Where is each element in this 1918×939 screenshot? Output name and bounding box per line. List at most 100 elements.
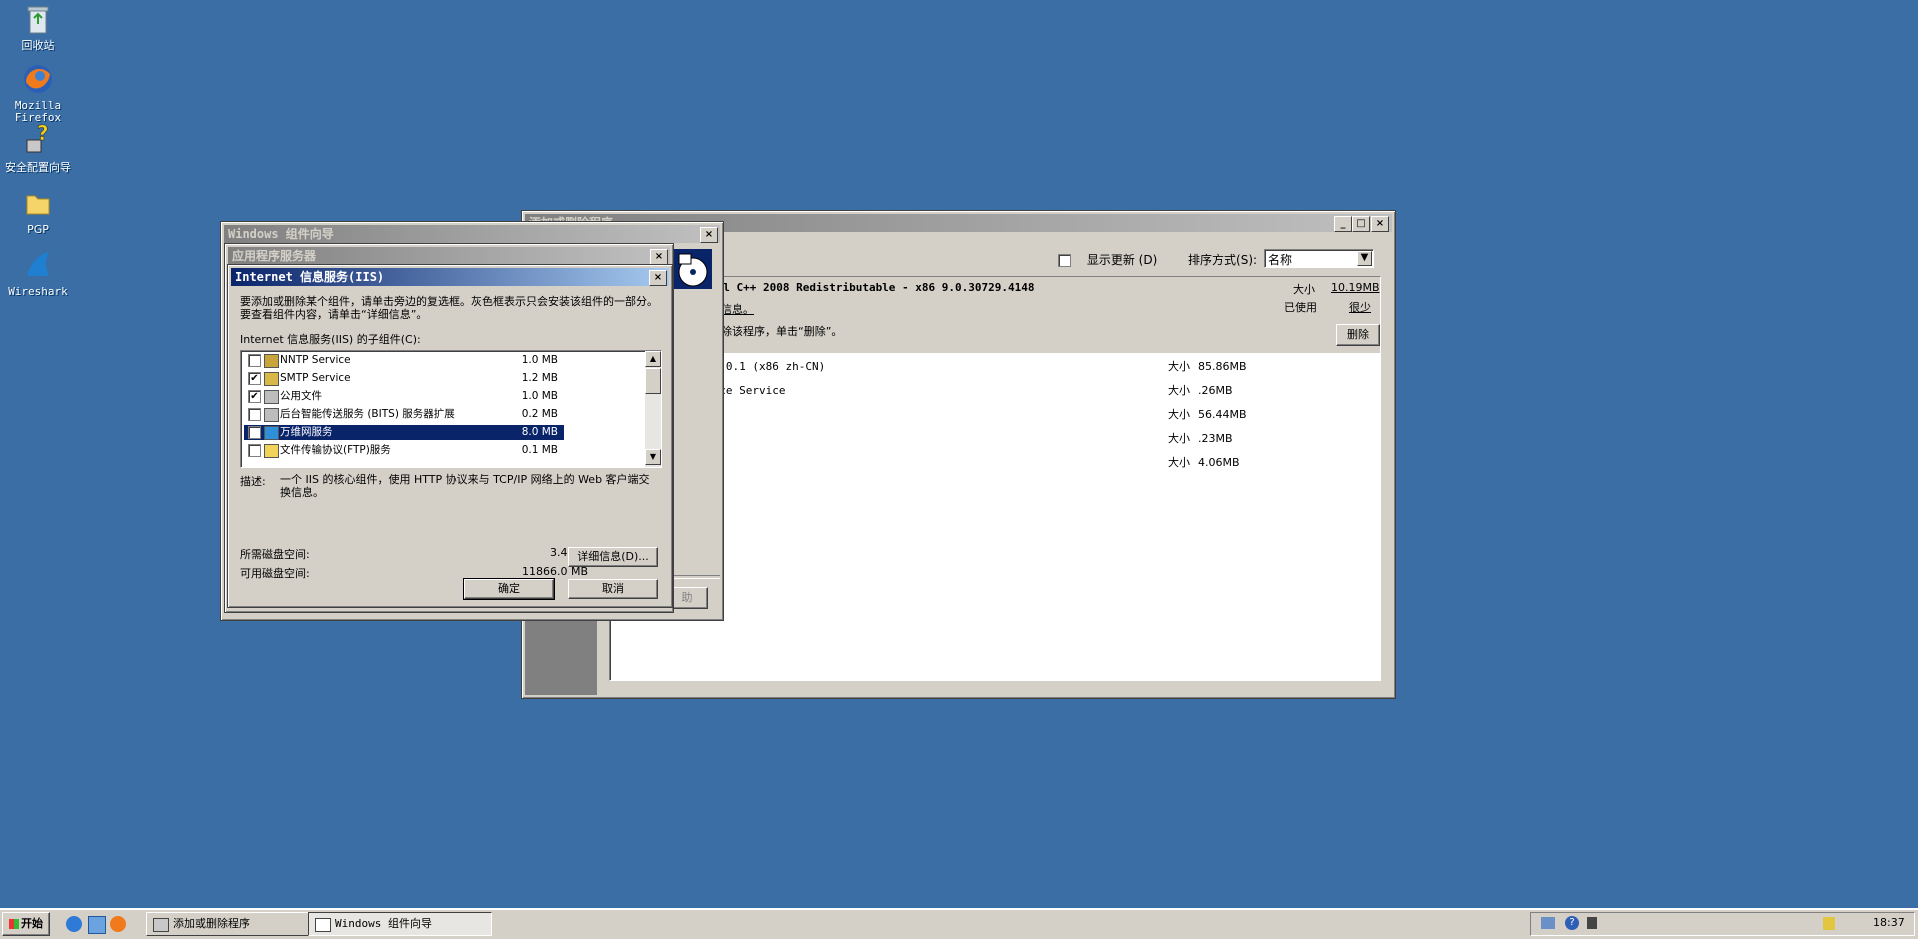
component-row[interactable]: ✔ SMTP Service 1.2 MB <box>244 371 564 386</box>
wireshark-icon <box>27 252 49 276</box>
desktop-icon-firefox[interactable]: Mozilla Firefox <box>0 62 76 124</box>
close-button[interactable]: × <box>700 227 718 243</box>
speaker-icon[interactable] <box>1587 917 1597 929</box>
globe-icon <box>264 426 279 440</box>
mail-icon <box>264 372 279 386</box>
start-button[interactable]: 开始 <box>2 912 50 936</box>
ok-button[interactable]: 确定 <box>463 578 555 600</box>
disk-available-label: 可用磁盘空间: <box>240 567 310 580</box>
component-size: 1.2 MB <box>521 372 558 384</box>
component-size: 0.1 MB <box>521 444 558 456</box>
component-name: NNTP Service <box>280 354 351 366</box>
close-button[interactable]: × <box>649 270 667 286</box>
show-updates-checkbox[interactable] <box>1058 254 1071 267</box>
news-icon <box>264 354 279 368</box>
component-checkbox[interactable]: ✔ <box>248 426 261 439</box>
program-size: .26MB <box>1198 384 1233 397</box>
desktop-icon-security-wizard[interactable]: ? 安全配置向导 <box>0 124 76 174</box>
program-size: .23MB <box>1198 432 1233 445</box>
component-list: NNTP Service 1.0 MB ✔ SMTP Service 1.2 MB ✔ 公用… <box>240 350 662 468</box>
program-size-label: 大小 <box>1168 456 1190 469</box>
component-name: SMTP Service <box>280 372 351 384</box>
component-checkbox[interactable] <box>248 354 261 367</box>
taskbar-item-component-wizard[interactable]: Windows 组件向导 <box>308 912 492 936</box>
taskbar: 开始 添加或删除程序 Windows 组件向导 ? 18:37 <box>0 908 1918 939</box>
scroll-up-arrow[interactable]: ▲ <box>645 351 661 367</box>
window-title: 应用程序服务器 <box>232 249 317 263</box>
remove-button[interactable]: 删除 <box>1336 324 1380 346</box>
component-icon <box>264 408 279 422</box>
description-label: 描述: <box>240 475 266 488</box>
program-size-label: 大小 <box>1168 432 1190 445</box>
window-title: Internet 信息服务(IIS) <box>235 270 385 284</box>
windows-logo-icon <box>9 919 19 929</box>
component-name: 后台智能传送服务 (BITS) 服务器扩展 <box>280 408 455 420</box>
close-button[interactable]: × <box>1371 216 1389 232</box>
component-checkbox[interactable] <box>248 444 261 457</box>
component-size: 1.0 MB <box>521 354 558 366</box>
details-button[interactable]: 详细信息(D)... <box>568 547 658 567</box>
wizard-icon <box>315 918 331 932</box>
sort-dropdown[interactable]: 名称 ▼ <box>1264 249 1374 268</box>
help-icon[interactable]: ? <box>1565 916 1579 930</box>
chevron-down-icon[interactable]: ▼ <box>1357 251 1372 266</box>
show-desktop-icon[interactable] <box>88 916 106 934</box>
selected-program-name: ual C++ 2008 Redistributable - x86 9.0.3… <box>710 281 1035 294</box>
component-size: 1.0 MB <box>521 390 558 402</box>
wizard-title-bar[interactable]: Windows 组件向导 × <box>224 225 720 243</box>
component-row[interactable]: ✔ 公用文件 1.0 MB <box>244 389 564 404</box>
desktop-icon-pgp[interactable]: PGP <box>0 186 76 236</box>
instruction-text: 要添加或删除某个组件，请单击旁边的复选框。灰色框表示只会安装该组件的一部分。要查… <box>240 295 658 321</box>
show-updates-toggle[interactable]: 显示更新 (D) <box>1058 251 1157 268</box>
program-size-label: 大小 <box>1168 384 1190 397</box>
desktop-icon-label: PGP <box>27 223 49 236</box>
component-icon <box>264 390 279 404</box>
network-icon[interactable] <box>1541 917 1555 929</box>
shield-icon[interactable] <box>1823 917 1835 930</box>
program-size: 85.86MB <box>1198 360 1247 373</box>
component-row[interactable]: 文件传输协议(FTP)服务 0.1 MB <box>244 443 564 458</box>
firefox-icon <box>24 65 52 93</box>
desktop-icon-label: Mozilla Firefox <box>14 99 62 124</box>
component-name: 文件传输协议(FTP)服务 <box>280 444 391 456</box>
firefox-icon[interactable] <box>110 916 126 932</box>
component-size: 0.2 MB <box>521 408 558 420</box>
security-wizard-icon: ? <box>26 124 49 153</box>
clock[interactable]: 18:37 <box>1873 916 1905 929</box>
component-checkbox[interactable]: ✔ <box>248 372 261 385</box>
scroll-thumb[interactable] <box>645 368 661 394</box>
taskbar-item-add-remove[interactable]: 添加或删除程序 <box>146 912 328 936</box>
close-button[interactable]: × <box>650 249 668 265</box>
desktop-icon-label: 安全配置向导 <box>5 161 71 174</box>
minimize-button[interactable]: _ <box>1334 216 1352 232</box>
appserver-title-bar[interactable]: 应用程序服务器 × <box>228 247 670 265</box>
desktop-icon-recycle-bin[interactable]: 回收站 <box>0 2 76 52</box>
ie-icon[interactable] <box>66 916 82 932</box>
component-checkbox[interactable] <box>248 408 261 421</box>
svg-text:?: ? <box>37 124 49 145</box>
component-row[interactable]: 后台智能传送服务 (BITS) 服务器扩展 0.2 MB <box>244 407 564 422</box>
selected-usage: 很少 <box>1349 301 1371 314</box>
maximize-button[interactable]: □ <box>1352 216 1370 232</box>
component-checkbox[interactable]: ✔ <box>248 390 261 403</box>
ftp-folder-icon <box>264 444 279 458</box>
program-list: ual C++ 2008 Redistributable - x86 9.0.3… <box>609 276 1381 681</box>
selected-program-panel[interactable]: ual C++ 2008 Redistributable - x86 9.0.3… <box>610 277 1380 353</box>
program-size: 4.06MB <box>1198 456 1240 469</box>
iis-title-bar[interactable]: Internet 信息服务(IIS) × <box>231 268 669 286</box>
component-name: 公用文件 <box>280 390 322 402</box>
remove-instruction: 删除该程序，单击“删除”。 <box>710 325 843 338</box>
scroll-down-arrow[interactable]: ▼ <box>645 449 661 465</box>
list-scrollbar[interactable]: ▲ ▼ <box>645 351 661 467</box>
programs-icon <box>153 918 169 932</box>
desktop-icon-wireshark[interactable]: Wireshark <box>0 248 76 298</box>
description-text: 一个 IIS 的核心组件，使用 HTTP 协议来与 TCP/IP 网络上的 We… <box>280 473 650 499</box>
subcomponents-label: Internet 信息服务(IIS) 的子组件(C): <box>240 333 421 346</box>
window-title: Windows 组件向导 <box>228 227 334 241</box>
system-tray: ? 18:37 <box>1530 912 1915 936</box>
cancel-button[interactable]: 取消 <box>568 579 658 599</box>
recycle-bin-icon <box>27 6 49 34</box>
component-row[interactable]: NNTP Service 1.0 MB <box>244 353 564 368</box>
desktop-icon-label: Wireshark <box>8 285 68 298</box>
component-row[interactable]: ✔ 万维网服务 8.0 MB <box>244 425 564 440</box>
